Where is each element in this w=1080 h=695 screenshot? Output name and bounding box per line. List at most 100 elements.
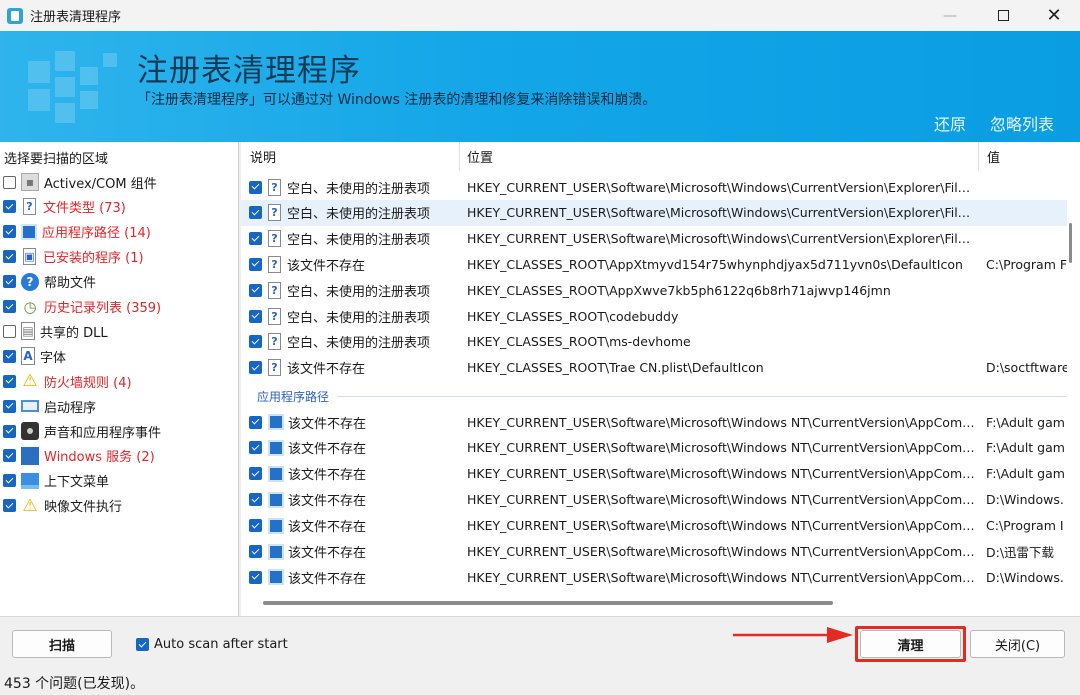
scan-area-item[interactable]: ◷ 历史记录列表 (359) <box>0 295 239 319</box>
scan-area-checkbox[interactable] <box>3 424 16 438</box>
vertical-scroll-thumb[interactable] <box>1069 223 1072 263</box>
scan-area-checkbox[interactable] <box>3 225 16 239</box>
scan-area-checkbox[interactable] <box>3 200 16 214</box>
result-checkbox[interactable] <box>249 335 262 349</box>
result-checkbox[interactable] <box>249 283 262 297</box>
result-row[interactable]: ? 该文件不存在 HKEY_CLASSES_ROOT\AppXtmyvd154r75… <box>241 251 1067 277</box>
result-checkbox[interactable] <box>249 257 262 271</box>
result-row[interactable]: ? 空白、未使用的注册表项 HKEY_CURRENT_USER\Software\M… <box>241 174 1067 200</box>
scan-area-checkbox[interactable] <box>3 374 16 388</box>
scan-area-label: 启动程序 <box>44 400 97 416</box>
scan-button[interactable]: 扫描 <box>12 630 112 658</box>
scan-area-item[interactable]: ? 帮助文件 <box>0 270 239 294</box>
scan-area-label: 应用程序路径 (14) <box>42 226 151 242</box>
auto-scan-checkbox[interactable] <box>136 638 149 651</box>
scan-area-checkbox[interactable] <box>3 175 16 189</box>
close-button[interactable]: 关闭(C) <box>970 630 1065 658</box>
result-row[interactable]: 该文件不存在 HKEY_CURRENT_USER\Software\Microso… <box>241 435 1067 461</box>
clean-button[interactable]: 清理 <box>860 630 961 658</box>
scan-area-item[interactable]: Windows 服务 (2) <box>0 444 239 468</box>
ignore-list-link[interactable]: 忽略列表 <box>990 111 1054 135</box>
scan-area-checkbox[interactable] <box>3 474 16 488</box>
scan-area-checkbox[interactable] <box>3 399 16 413</box>
result-row[interactable]: ? 空白、未使用的注册表项 HKEY_CLASSES_ROOT\AppXwve7kb… <box>241 277 1067 303</box>
close-window-button[interactable]: ✕ <box>1031 0 1077 31</box>
result-checkbox[interactable] <box>249 415 262 429</box>
result-checkbox[interactable] <box>249 441 262 455</box>
result-row[interactable]: 该文件不存在 HKEY_CURRENT_USER\Software\Microso… <box>241 539 1067 565</box>
close-icon: ✕ <box>1046 5 1062 26</box>
scan-area-label: 映像文件执行 <box>44 500 123 516</box>
minimize-button[interactable]: — <box>927 0 973 31</box>
status-text: 453 个问题(已发现)。 <box>4 675 145 692</box>
result-row[interactable]: 该文件不存在 HKEY_CURRENT_USER\Software\Microso… <box>241 487 1067 513</box>
scan-area-item[interactable]: A 字体 <box>0 344 239 368</box>
scan-area-checkbox[interactable] <box>3 499 16 513</box>
scan-area-item[interactable]: 应用程序路径 (14) <box>0 220 239 244</box>
scan-area-checkbox[interactable] <box>3 300 16 313</box>
result-row[interactable]: 该文件不存在 HKEY_CURRENT_USER\Software\Microso… <box>241 513 1067 539</box>
file-icon: ? <box>268 204 281 222</box>
result-checkbox[interactable] <box>249 467 262 481</box>
result-description: 该文件不存在 <box>288 571 367 587</box>
result-row[interactable]: 该文件不存在 HKEY_CURRENT_USER\Software\Microso… <box>241 461 1067 487</box>
result-row[interactable]: ? 空白、未使用的注册表项 HKEY_CLASSES_ROOT\ms-devhome <box>241 329 1067 355</box>
application-icon <box>268 491 284 508</box>
header-banner: 注册表清理程序 「注册表清理程序」可以通过对 Windows 注册表的清理和修复… <box>0 31 1080 142</box>
scan-area-checkbox[interactable] <box>3 449 16 463</box>
file-icon: ? <box>268 281 281 299</box>
result-row[interactable]: ? 空白、未使用的注册表项 HKEY_CURRENT_USER\Software\M… <box>241 226 1067 252</box>
column-header-location[interactable]: 位置 <box>460 142 979 171</box>
result-checkbox[interactable] <box>249 232 262 246</box>
result-location: HKEY_CLASSES_ROOT\ms-devhome <box>467 334 691 350</box>
scan-area-item[interactable]: 声音和应用程序事件 <box>0 419 239 443</box>
result-description: 空白、未使用的注册表项 <box>287 336 431 352</box>
result-checkbox[interactable] <box>249 206 262 220</box>
banner-decoration <box>103 53 117 67</box>
application-icon <box>268 414 284 430</box>
scan-area-header: 选择要扫描的区域 <box>4 152 109 167</box>
scan-area-item[interactable]: ▣ 已安装的程序 (1) <box>0 245 239 269</box>
result-row[interactable]: ? 空白、未使用的注册表项 HKEY_CURRENT_USER\Software\M… <box>241 199 1067 226</box>
column-header-description[interactable]: 说明 <box>241 142 460 171</box>
scan-area-item[interactable]: 启动程序 <box>0 394 239 418</box>
result-checkbox[interactable] <box>249 309 262 323</box>
horizontal-scroll-thumb[interactable] <box>263 601 833 605</box>
vertical-scrollbar[interactable] <box>1067 171 1075 601</box>
scan-area-label: 帮助文件 <box>44 276 97 292</box>
result-checkbox[interactable] <box>249 361 262 375</box>
result-row[interactable]: 该文件不存在 HKEY_CURRENT_USER\Software\Microso… <box>241 564 1067 590</box>
scan-area-item[interactable]: 上下文菜单 <box>0 469 239 493</box>
sound-icon <box>21 422 39 440</box>
scan-area-checkbox[interactable] <box>3 275 16 289</box>
result-description: 该文件不存在 <box>288 416 367 432</box>
result-row[interactable]: 该文件不存在 HKEY_CURRENT_USER\Software\Microso… <box>241 409 1067 435</box>
result-location: HKEY_CURRENT_USER\Software\Microsoft\Win… <box>467 179 975 195</box>
scan-area-item[interactable]: ⚠ 映像文件执行 <box>0 494 239 518</box>
banner-title: 注册表清理程序 <box>137 53 361 89</box>
scan-area-checkbox[interactable] <box>3 324 16 338</box>
scan-area-item[interactable]: ? 文件类型 (73) <box>0 195 239 219</box>
restore-link[interactable]: 还原 <box>934 111 966 135</box>
result-checkbox[interactable] <box>249 570 262 584</box>
scan-area-item[interactable]: ⚠ 防火墙规则 (4) <box>0 369 239 393</box>
scan-area-label: 文件类型 (73) <box>43 201 126 217</box>
scan-area-label: 共享的 DLL <box>40 325 108 341</box>
scan-area-item[interactable]: ▪ Activex/COM 组件 <box>0 170 239 194</box>
result-row[interactable]: ? 该文件不存在 HKEY_CLASSES_ROOT\Trae CN.plist\D… <box>241 355 1067 381</box>
application-icon <box>268 543 284 560</box>
result-row[interactable]: ? 空白、未使用的注册表项 HKEY_CLASSES_ROOT\codebuddy <box>241 303 1067 329</box>
scan-area-checkbox[interactable] <box>3 250 16 264</box>
application-icon <box>21 223 37 240</box>
column-header-value[interactable]: 值 <box>979 142 1069 171</box>
banner-decoration <box>28 89 50 111</box>
result-checkbox[interactable] <box>249 493 262 507</box>
maximize-button[interactable] <box>980 0 1026 31</box>
scan-area-item[interactable]: ▤ 共享的 DLL <box>0 319 239 343</box>
scan-area-label: 字体 <box>40 350 67 366</box>
result-checkbox[interactable] <box>249 545 262 558</box>
auto-scan-option[interactable]: Auto scan after start <box>136 637 288 652</box>
scan-area-checkbox[interactable] <box>3 349 16 363</box>
result-checkbox[interactable] <box>249 180 262 194</box>
result-checkbox[interactable] <box>249 519 262 533</box>
